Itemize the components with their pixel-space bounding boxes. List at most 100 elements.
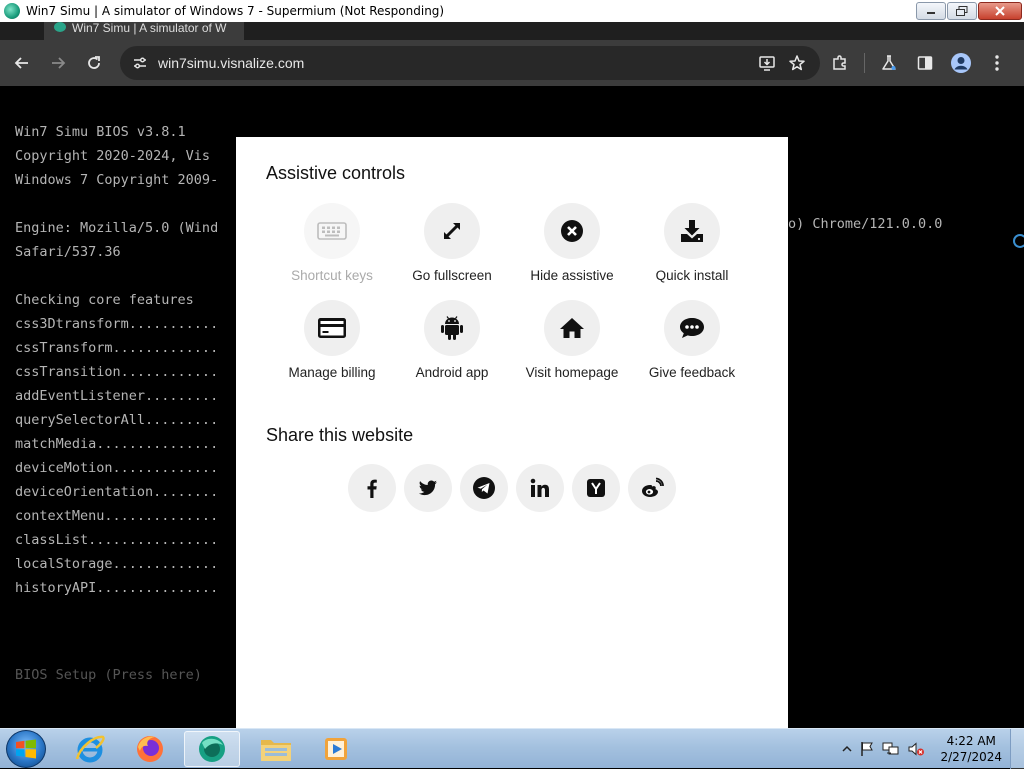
- media-player-icon: [325, 738, 347, 760]
- bios-line: cssTransition............: [15, 364, 219, 380]
- bios-line: Win7 Simu BIOS v3.8.1: [15, 124, 186, 140]
- profile-button[interactable]: [943, 45, 979, 81]
- share-ycombinator-button[interactable]: [572, 464, 620, 512]
- minimize-icon: [927, 12, 935, 14]
- manage-billing-button[interactable]: Manage billing: [272, 300, 392, 380]
- android-app-button[interactable]: Android app: [392, 300, 512, 380]
- share-website-heading: Share this website: [266, 425, 414, 445]
- tab-title: Win7 Simu | A simulator of W: [72, 22, 227, 35]
- give-feedback-button[interactable]: Give feedback: [632, 300, 752, 380]
- restore-icon: [956, 6, 968, 16]
- quick-install-circle: [664, 203, 720, 259]
- bios-line: deviceMotion.............: [15, 460, 219, 476]
- share-telegram-button[interactable]: [460, 464, 508, 512]
- install-app-icon[interactable]: [758, 54, 776, 72]
- window-controls: [915, 2, 1022, 20]
- reload-button[interactable]: [76, 45, 112, 81]
- assistive-controls-panel: Assistive controls Shortcut keys Go full…: [236, 137, 788, 728]
- restore-button[interactable]: [947, 2, 977, 20]
- share-twitter-button[interactable]: [404, 464, 452, 512]
- share-weibo-button[interactable]: [628, 464, 676, 512]
- home-icon: [560, 318, 584, 338]
- shortcut-keys-button[interactable]: Shortcut keys: [272, 203, 392, 283]
- share-facebook-button[interactable]: [348, 464, 396, 512]
- labs-button[interactable]: [871, 45, 907, 81]
- fullscreen-icon: [443, 222, 461, 240]
- loading-spinner-icon: [1013, 234, 1024, 248]
- toolbar-separator: [864, 53, 865, 73]
- hide-assistive-button[interactable]: Hide assistive: [512, 203, 632, 283]
- share-buttons: [348, 464, 676, 512]
- url-text[interactable]: win7simu.visnalize.com: [158, 55, 304, 71]
- telegram-icon: [473, 477, 495, 499]
- give-feedback-circle: [664, 300, 720, 356]
- taskbar-internet-explorer[interactable]: [62, 731, 118, 767]
- bookmark-star-icon[interactable]: [788, 54, 806, 72]
- bios-line: [15, 192, 218, 216]
- bios-line: [15, 264, 218, 288]
- bios-text: Win7 Simu BIOS v3.8.1 Copyright 2020-2024…: [15, 120, 218, 600]
- folder-icon: [261, 740, 291, 761]
- browser-toolbar: win7simu.visnalize.com: [0, 40, 1024, 86]
- bios-setup-link[interactable]: BIOS Setup (Press here): [15, 667, 202, 683]
- show-desktop-button[interactable]: [1010, 729, 1024, 769]
- side-panel-button[interactable]: [907, 45, 943, 81]
- action-center-flag-icon[interactable]: [859, 741, 875, 757]
- taskbar-supermium[interactable]: [184, 731, 240, 767]
- close-circle-icon: [561, 220, 583, 242]
- visit-homepage-label: Visit homepage: [525, 365, 619, 380]
- bios-line: historyAPI...............: [15, 580, 219, 596]
- quick-install-button[interactable]: Quick install: [632, 203, 752, 283]
- tune-icon: [134, 57, 146, 69]
- manage-billing-circle: [304, 300, 360, 356]
- give-feedback-label: Give feedback: [648, 365, 736, 380]
- clock-date: 2/27/2024: [940, 750, 1002, 764]
- forward-button[interactable]: [40, 45, 76, 81]
- twitter-icon: [418, 480, 437, 496]
- visit-homepage-button[interactable]: Visit homepage: [512, 300, 632, 380]
- internet-explorer-icon: [75, 735, 105, 763]
- assistive-controls-heading: Assistive controls: [266, 163, 406, 183]
- go-fullscreen-button[interactable]: Go fullscreen: [392, 203, 512, 283]
- bios-line: contextMenu..............: [15, 508, 219, 524]
- taskbar-firefox[interactable]: [122, 731, 178, 767]
- address-bar-actions: [758, 46, 806, 80]
- toolbar-right: [822, 45, 1015, 81]
- android-app-circle: [424, 300, 480, 356]
- taskbar-file-explorer[interactable]: [248, 731, 304, 767]
- firefox-icon: [137, 736, 163, 762]
- go-fullscreen-circle: [424, 203, 480, 259]
- extensions-button[interactable]: [822, 45, 858, 81]
- chat-bubble-icon: [680, 318, 704, 338]
- back-button[interactable]: [4, 45, 40, 81]
- side-panel-icon: [917, 56, 933, 70]
- network-icon[interactable]: [882, 741, 900, 757]
- bios-line: css3Dtransform...........: [15, 316, 219, 332]
- ycombinator-icon: [587, 479, 605, 497]
- volume-muted-icon[interactable]: [907, 741, 925, 757]
- share-linkedin-button[interactable]: [516, 464, 564, 512]
- linkedin-icon: [530, 478, 549, 497]
- visit-homepage-circle: [544, 300, 600, 356]
- clock[interactable]: 4:22 AM 2/27/2024: [940, 733, 1002, 765]
- start-button[interactable]: [6, 730, 46, 768]
- facebook-icon: [367, 479, 377, 498]
- menu-button[interactable]: [979, 45, 1015, 81]
- taskbar-media-player[interactable]: [308, 731, 364, 767]
- site-info-button[interactable]: [122, 55, 158, 71]
- manage-billing-label: Manage billing: [288, 365, 376, 380]
- bios-line: Copyright 2020-2024, Vis: [15, 148, 211, 164]
- minimize-button[interactable]: [916, 2, 946, 20]
- system-tray: 4:22 AM 2/27/2024: [842, 729, 1002, 769]
- address-bar[interactable]: win7simu.visnalize.com: [120, 46, 820, 80]
- go-fullscreen-label: Go fullscreen: [412, 268, 492, 283]
- bios-line: addEventListener.........: [15, 388, 219, 404]
- bios-engine-tail: o) Chrome/121.0.0.0: [788, 216, 943, 232]
- tab-favicon-icon: [54, 22, 66, 32]
- close-window-button[interactable]: [978, 2, 1022, 20]
- show-hidden-icons-icon[interactable]: [842, 745, 852, 753]
- browser-tab[interactable]: Win7 Simu | A simulator of W: [44, 22, 244, 40]
- forward-arrow-icon: [52, 57, 66, 69]
- supermium-icon: [199, 736, 225, 762]
- bios-line: classList................: [15, 532, 219, 548]
